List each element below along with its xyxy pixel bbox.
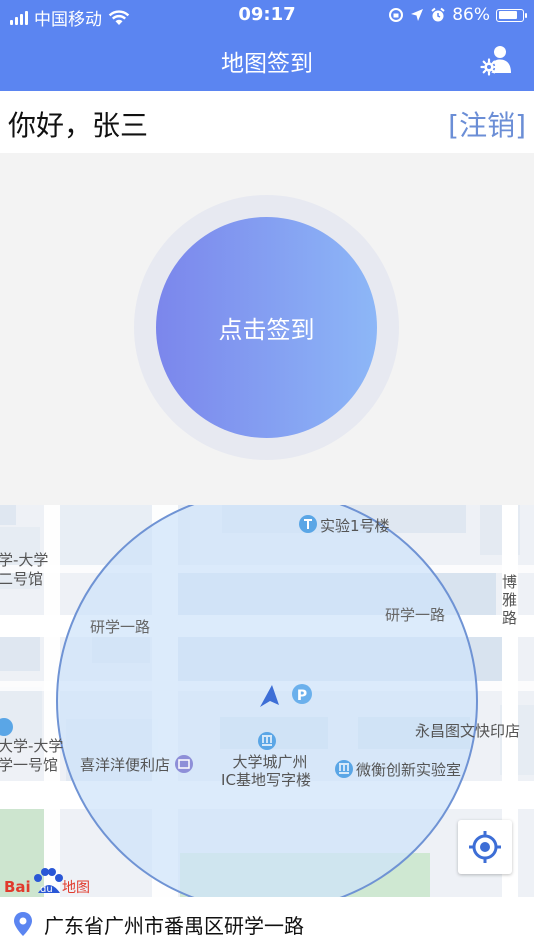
- map-view[interactable]: P 实验1号楼 学-大学 二号馆 研学一路 研学一路 博 雅 路 永昌图文快印店…: [0, 505, 534, 897]
- svg-text:Bai: Bai: [4, 878, 31, 896]
- checkin-button[interactable]: 点击签到: [156, 217, 377, 438]
- locate-button[interactable]: [458, 820, 512, 874]
- greeting-text: 你好，张三: [8, 109, 149, 142]
- location-pin-icon: [14, 912, 32, 936]
- map-label-store: 喜洋洋便利店: [80, 756, 170, 774]
- address-bar: 广东省广州市番禺区研学一路: [0, 897, 534, 950]
- alarm-icon: [431, 7, 445, 22]
- map-label-hall-top-2: 二号馆: [0, 570, 43, 588]
- map-label-road-left: 研学一路: [90, 618, 150, 636]
- status-bar: 中国移动 09:17 86%: [0, 0, 534, 32]
- map-label-lab: 实验1号楼: [320, 517, 390, 535]
- map-label-boya-3: 路: [502, 609, 517, 627]
- map-block: [0, 635, 40, 671]
- svg-text:P: P: [297, 688, 307, 704]
- checkin-area: 点击签到: [0, 153, 534, 505]
- map-label-office-2: IC基地写字楼: [221, 771, 311, 789]
- map-label-hall-top-1: 学-大学: [0, 551, 48, 569]
- map-label-road-right: 研学一路: [385, 606, 445, 624]
- baidu-logo-text: 地图: [62, 880, 90, 896]
- map-label-boya-2: 雅: [502, 591, 517, 609]
- map-canvas: P 实验1号楼 学-大学 二号馆 研学一路 研学一路 博 雅 路 永昌图文快印店…: [0, 505, 534, 897]
- map-label-weiheng-lab: 微衡创新实验室: [356, 761, 461, 779]
- address-text: 广东省广州市番禺区研学一路: [44, 914, 304, 938]
- map-label-hall-bottom-1: 大学-大学: [0, 737, 63, 755]
- map-label-print-shop: 永昌图文快印店: [415, 722, 520, 740]
- location-arrow-icon: [411, 9, 424, 21]
- map-block: [0, 505, 16, 525]
- battery-percent: 86%: [452, 5, 490, 25]
- nav-bar: 地图签到: [0, 32, 534, 91]
- map-label-boya-1: 博: [502, 573, 517, 591]
- store-poi-icon: [175, 755, 193, 773]
- screen-lock-icon: [389, 8, 404, 22]
- user-settings-icon[interactable]: [480, 43, 514, 77]
- map-label-office-1: 大学城广州: [232, 753, 307, 771]
- page-title: 地图签到: [221, 51, 313, 77]
- battery-icon: [496, 8, 527, 22]
- crosshair-icon: [469, 831, 501, 863]
- svg-text:du: du: [40, 884, 53, 895]
- map-label-hall-bottom-2: 学一号馆: [0, 756, 58, 774]
- greeting-bar: 你好，张三 [注销]: [0, 91, 534, 153]
- logout-link[interactable]: [注销]: [448, 104, 526, 144]
- status-right: 86%: [388, 5, 527, 25]
